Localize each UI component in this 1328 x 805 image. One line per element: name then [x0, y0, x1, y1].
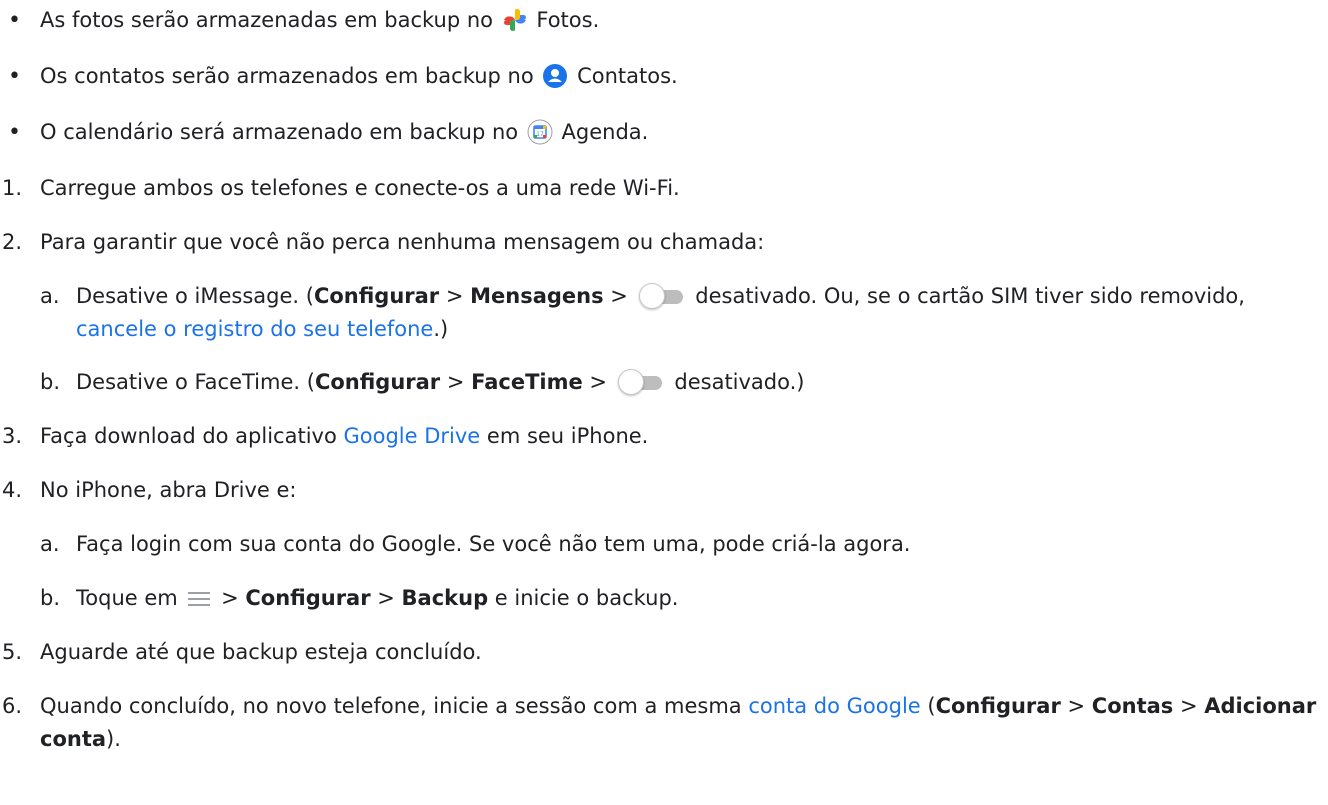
svg-text:17: 17	[536, 131, 544, 138]
toggle-off-icon	[617, 369, 664, 395]
substep-letter: a.	[40, 284, 60, 308]
deregister-phone-link[interactable]: cancele o registro do seu telefone	[76, 317, 433, 341]
step-number: 6.	[2, 694, 23, 718]
step-text: No iPhone, abra Drive e:	[40, 478, 297, 502]
substep-text: Faça login com sua conta do Google. Se v…	[76, 532, 911, 556]
step-text: Aguarde até que backup esteja concluído.	[40, 640, 482, 664]
substep-letter: a.	[40, 532, 60, 556]
menu-path-configurar: Configurar	[313, 284, 440, 308]
bullet-text: As fotos serão armazenadas em backup no	[40, 8, 493, 32]
step-number: 4.	[2, 478, 23, 502]
bullet-marker: •	[8, 120, 21, 145]
menu-path-configurar: Configurar	[245, 586, 371, 610]
bullet-marker: •	[8, 64, 21, 89]
app-name-contacts: Contatos.	[577, 64, 678, 88]
step-6: 6. Quando concluído, no novo telefone, i…	[0, 690, 1328, 760]
step-text: Carregue ambos os telefones e conecte-os…	[40, 176, 680, 200]
substep-letter: b.	[40, 370, 61, 394]
menu-path-contas: Contas	[1091, 694, 1174, 718]
step-number: 1.	[2, 176, 23, 200]
step-number: 3.	[2, 424, 23, 448]
bullet-text: Os contatos serão armazenados em backup …	[40, 64, 534, 88]
substep-letter: b.	[40, 586, 61, 610]
bullet-text: O calendário será armazenado em backup n…	[40, 120, 519, 144]
app-name-calendar: Agenda.	[561, 120, 649, 144]
menu-path-mensagens: Mensagens	[470, 284, 604, 308]
google-photos-icon	[503, 9, 526, 31]
google-contacts-icon	[543, 64, 568, 88]
toggle-off-icon	[638, 283, 685, 309]
bullet-marker: •	[8, 8, 21, 33]
menu-path-backup: Backup	[401, 586, 489, 610]
step-2a: a. Desative o iMessage. (Configurar > Me…	[0, 280, 1328, 350]
step-number: 2.	[2, 230, 23, 254]
menu-path-facetime: FaceTime	[471, 370, 583, 394]
step-text: Para garantir que você não perca nenhuma…	[40, 230, 765, 254]
app-name-photos: Fotos	[536, 8, 593, 32]
menu-icon	[188, 592, 211, 606]
google-drive-link[interactable]: Google Drive	[344, 424, 481, 448]
google-calendar-icon: 17	[527, 119, 553, 145]
step-number: 5.	[2, 640, 23, 664]
menu-path-configurar: Configurar	[935, 694, 1061, 718]
google-account-link[interactable]: conta do Google	[748, 694, 920, 718]
menu-path-configurar: Configurar	[314, 370, 441, 394]
